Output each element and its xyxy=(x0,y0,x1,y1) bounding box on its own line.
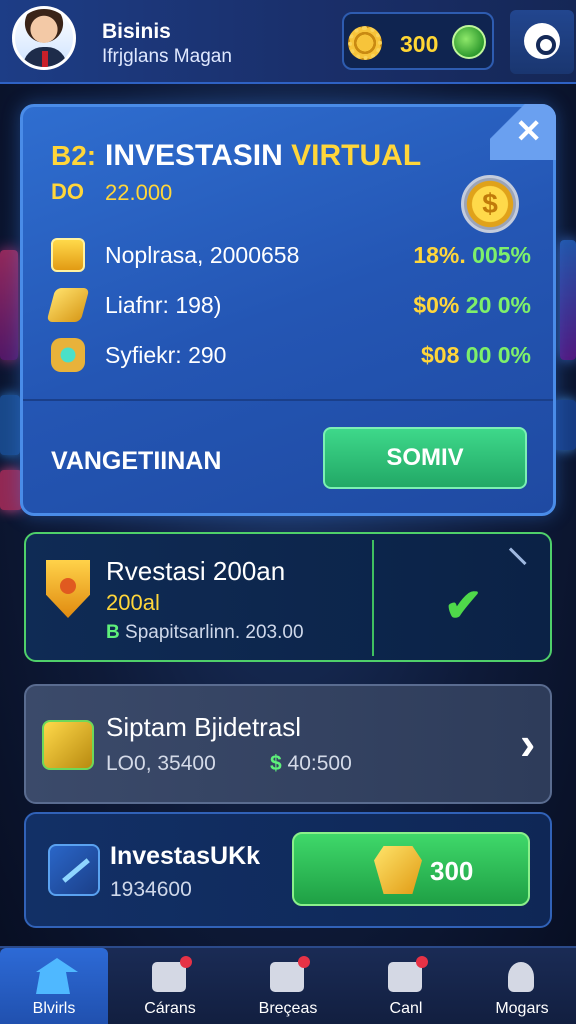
nav-label: Mogars xyxy=(495,1000,549,1017)
gem-icon xyxy=(452,25,486,59)
buy-button-label: 300 xyxy=(430,856,474,886)
nav-item-home[interactable]: Blvirls xyxy=(0,948,108,1024)
gold-gem-icon xyxy=(374,846,422,894)
upgrade-cost: LO0, 35400 xyxy=(106,752,216,775)
nav-label: Breçeas xyxy=(258,1000,318,1017)
stat-value-gold: $0% xyxy=(413,292,460,318)
avatar[interactable] xyxy=(12,6,76,70)
shield-icon xyxy=(46,560,90,618)
wallet-display[interactable]: 300 xyxy=(342,12,494,70)
stat-value-gold: 18%. xyxy=(413,242,466,268)
house-icon xyxy=(270,956,310,992)
nav-label: Blvirls xyxy=(32,1000,76,1017)
investment-note-prefix: B xyxy=(106,622,120,643)
upgrade-price: $ 40:500 xyxy=(270,752,352,776)
stat-value: $0% 20 0% xyxy=(413,292,531,319)
cash-register-icon xyxy=(42,720,94,770)
stat-row: Liafnr: 198) $0% 20 0% xyxy=(46,288,531,322)
settings-button[interactable] xyxy=(510,10,574,74)
money-stack-icon xyxy=(46,288,90,322)
investment-title: Rvestasi 200an xyxy=(106,556,286,586)
panel-footer-label: VANGETIINAN xyxy=(51,447,222,475)
business-name: Bisinis xyxy=(102,20,171,43)
sparkle-icon xyxy=(495,547,527,579)
new-investment-value: 1934600 xyxy=(110,878,192,901)
nav-item-profile[interactable]: Mogars xyxy=(468,948,576,1024)
home-icon xyxy=(36,958,78,994)
avatar-tie xyxy=(42,51,48,67)
upgrade-card[interactable]: Siptam Bjidetrasl LO0, 35400 $ 40:500 › xyxy=(24,684,552,804)
new-investment-card: InvestasUKk 1934600 300 xyxy=(24,812,552,928)
neon-sign-right xyxy=(554,400,576,450)
nav-label: Cárans xyxy=(144,1000,196,1017)
chevron-right-icon[interactable]: › xyxy=(520,716,535,770)
neon-sign-left xyxy=(0,250,18,360)
upgrade-title: Siptam Bjidetrasl xyxy=(106,712,302,742)
new-investment-title: InvestasUKk xyxy=(110,842,261,870)
stat-label: Syfiekr: 290 xyxy=(105,342,227,368)
nav-item-shop[interactable]: Cárans xyxy=(116,948,224,1024)
stat-value: 18%. 005% xyxy=(413,242,531,269)
investment-note: B Spapitsarlinn. 203.00 xyxy=(106,622,304,644)
investment-card[interactable]: Rvestasi 200an 200al B Spapitsarlinn. 20… xyxy=(24,532,552,662)
crate-icon xyxy=(51,238,85,272)
check-icon[interactable]: ✔ xyxy=(444,578,483,632)
buy-button[interactable]: 300 xyxy=(292,832,530,906)
stat-value-green: 005% xyxy=(472,242,531,268)
panel-title-main: INVESTASIN xyxy=(105,139,283,172)
coin-icon: $ xyxy=(461,175,519,233)
stat-value: $08 00 0% xyxy=(421,342,531,369)
business-subtitle: Ifrjglans Magan xyxy=(102,46,232,67)
neon-sign-left xyxy=(0,395,20,455)
panel-badge: B2: xyxy=(51,140,97,171)
top-header: Bisinis Ifrjglans Magan 300 xyxy=(0,0,576,84)
profile-icon xyxy=(508,962,534,992)
neon-sign-left xyxy=(0,470,22,510)
gear-icon xyxy=(348,26,382,60)
stat-label: Noplrasa, 2000658 xyxy=(105,242,300,268)
investment-subtitle: 200al xyxy=(106,590,160,615)
panel-title: INVESTASIN VIRTUAL xyxy=(105,139,421,173)
tool-icon xyxy=(48,844,100,896)
submit-button[interactable]: SOMIV xyxy=(323,427,527,489)
nav-label: Canl xyxy=(389,1000,423,1017)
settings-icon xyxy=(524,23,560,59)
wallet-amount: 300 xyxy=(400,31,439,57)
stat-row: Syfiekr: 290 $08 00 0% xyxy=(51,338,531,372)
panel-code: DO xyxy=(51,179,84,204)
stat-value-gold: $08 xyxy=(421,342,460,368)
upgrade-price-value: 40:500 xyxy=(287,752,352,775)
investment-panel: ✕ B2: INVESTASIN VIRTUAL DO 22.000 $ Nop… xyxy=(20,104,556,516)
money-bag-icon xyxy=(51,338,85,372)
camera-icon xyxy=(388,956,428,992)
panel-value: 22.000 xyxy=(105,180,173,205)
panel-title-highlight: VIRTUAL xyxy=(291,139,422,172)
investment-note-text: Spapitsarlinn. 203.00 xyxy=(125,622,304,643)
nav-item-camera[interactable]: Canl xyxy=(352,948,460,1024)
panel-divider xyxy=(23,399,553,401)
stat-label: Liafnr: 198) xyxy=(105,292,222,318)
stat-value-green: 20 0% xyxy=(465,292,531,318)
bottom-nav: Blvirls Cárans Breçeas Canl Mogars xyxy=(0,946,576,1024)
nav-item-house[interactable]: Breçeas xyxy=(234,948,342,1024)
neon-sign-right xyxy=(560,240,576,360)
close-button[interactable]: ✕ xyxy=(490,104,556,160)
upgrade-price-prefix: $ xyxy=(270,752,282,775)
card-divider xyxy=(372,540,374,656)
stat-value-green: 00 0% xyxy=(465,342,531,368)
stat-row: Noplrasa, 2000658 18%. 005% xyxy=(51,238,531,272)
shop-icon xyxy=(152,956,192,992)
